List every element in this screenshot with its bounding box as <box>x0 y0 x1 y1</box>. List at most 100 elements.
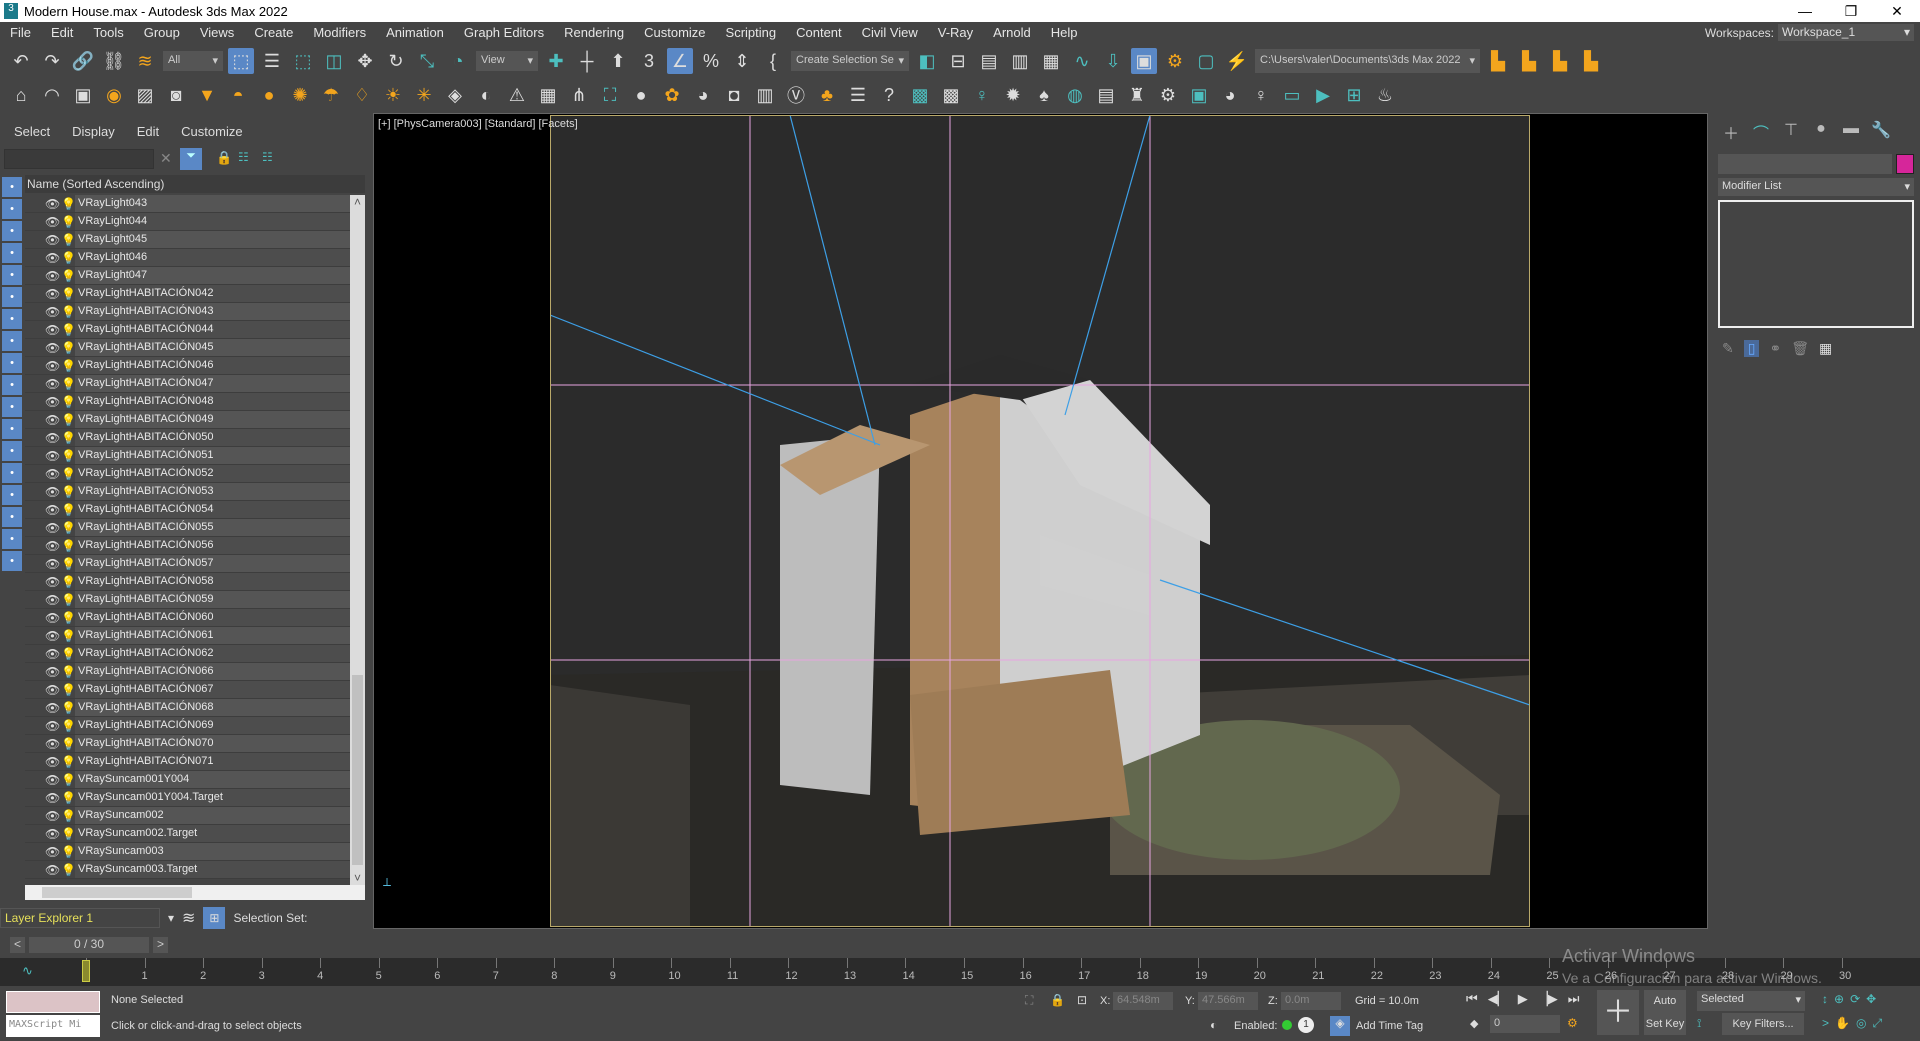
layer-explorer-icon[interactable]: ▥ <box>1007 48 1033 74</box>
project-folder-icon[interactable]: ▙ <box>1485 48 1511 74</box>
vray-logo-icon[interactable]: Ⓥ <box>783 82 809 108</box>
cameras-filter-icon[interactable]: • <box>2 243 22 263</box>
filter-filter-icon[interactable]: • <box>2 529 22 549</box>
select-by-name-icon[interactable]: ☰ <box>259 48 285 74</box>
select-object-icon[interactable]: ⬚ <box>228 48 254 74</box>
visibility-eye-icon[interactable]: 👁 <box>45 827 61 841</box>
list-item[interactable]: 👁 💡 VRayLightHABITACIÓN061 <box>25 627 350 645</box>
unlink-icon[interactable]: ⛓ <box>101 48 127 74</box>
vray-plane-icon[interactable]: ⚠ <box>504 82 530 108</box>
visibility-eye-icon[interactable]: 👁 <box>45 593 61 607</box>
modifier-list-dropdown[interactable]: Modifier List ▾ <box>1718 178 1914 196</box>
visibility-eye-icon[interactable]: 👁 <box>45 287 61 301</box>
visibility-eye-icon[interactable]: 👁 <box>45 305 61 319</box>
menu-create[interactable]: Create <box>244 25 303 40</box>
list-item[interactable]: 👁 💡 VRaySuncam001Y004.Target <box>25 789 350 807</box>
macro-recorder-box[interactable] <box>6 991 100 1013</box>
vray-frame-icon[interactable]: ▣ <box>1186 82 1212 108</box>
list-item[interactable]: 👁 💡 VRaySuncam002.Target <box>25 825 350 843</box>
placement-icon[interactable]: ◔ <box>445 48 471 74</box>
mirror-icon[interactable]: ◧ <box>914 48 940 74</box>
vray-fur-icon[interactable]: ◐ <box>473 82 499 108</box>
list-item[interactable]: 👁 💡 VRayLightHABITACIÓN046 <box>25 357 350 375</box>
pin-stack-icon[interactable]: ✎ <box>1722 340 1734 357</box>
vray-mtl-convert-icon[interactable]: ◕ <box>690 82 716 108</box>
menu-modifiers[interactable]: Modifiers <box>303 25 376 40</box>
visibility-eye-icon[interactable]: 👁 <box>45 647 61 661</box>
x-coordinate-field[interactable]: 64.548m <box>1113 992 1173 1010</box>
visibility-eye-icon[interactable]: 👁 <box>45 197 61 211</box>
chevron-down-icon[interactable]: ▾ <box>168 911 174 925</box>
vfb-play-icon[interactable]: ▶ <box>1310 82 1336 108</box>
hierarchy-tab-icon[interactable]: ⊤ <box>1778 120 1804 142</box>
list-item[interactable]: 👁 💡 VRayLightHABITACIÓN071 <box>25 753 350 771</box>
list-item[interactable]: 👁 💡 VRayLightHABITACIÓN069 <box>25 717 350 735</box>
render-icon[interactable]: ⚡ <box>1224 48 1250 74</box>
next-key-icon[interactable]: ▕▶ <box>1538 991 1558 1007</box>
show-end-result-icon[interactable]: ▯ <box>1743 340 1760 357</box>
menu-tools[interactable]: Tools <box>83 25 133 40</box>
project-path-dropdown[interactable]: C:\Users\valer\Documents\3ds Max 2022 ▾ <box>1255 49 1480 73</box>
minimize-button[interactable]: — <box>1782 0 1828 22</box>
curve-editor-icon[interactable]: ∿ <box>1069 48 1095 74</box>
visibility-eye-icon[interactable]: 👁 <box>45 395 61 409</box>
named-selection-dropdown[interactable]: Create Selection Se ▾ <box>791 51 909 71</box>
goto-start-icon[interactable]: ⏮ <box>1466 991 1478 1007</box>
list-item[interactable]: 👁 💡 VRayLightHABITACIÓN043 <box>25 303 350 321</box>
visibility-eye-icon[interactable]: 👁 <box>45 683 61 697</box>
list-item[interactable]: 👁 💡 VRayLight043 <box>25 195 350 213</box>
menu-group[interactable]: Group <box>134 25 190 40</box>
list-item[interactable]: 👁 💡 VRayLight044 <box>25 213 350 231</box>
list-item[interactable]: 👁 💡 VRayLightHABITACIÓN054 <box>25 501 350 519</box>
object-name-field[interactable] <box>1718 154 1892 174</box>
viewport-label[interactable]: [+] [PhysCamera003] [Standard] [Facets] <box>378 118 578 130</box>
list-item[interactable]: 👁 💡 VRayLightHABITACIÓN042 <box>25 285 350 303</box>
frozen-filter-icon[interactable]: • <box>2 397 22 417</box>
z-coordinate-field[interactable]: 0.0m <box>1281 992 1341 1010</box>
next-frame-button[interactable]: > <box>153 937 169 953</box>
rect-selection-icon[interactable]: ⬚ <box>290 48 316 74</box>
list-item[interactable]: 👁 💡 VRayLightHABITACIÓN047 <box>25 375 350 393</box>
menu-civil-view[interactable]: Civil View <box>852 25 928 40</box>
scale-icon[interactable]: ⤡ <box>414 48 440 74</box>
menu-help[interactable]: Help <box>1041 25 1088 40</box>
adaptive-degradation-icon[interactable]: ◐ <box>1210 1018 1217 1032</box>
list-item[interactable]: 👁 💡 VRayLightHABITACIÓN052 <box>25 465 350 483</box>
spinner-snap-icon[interactable]: ⇕ <box>729 48 755 74</box>
visibility-eye-icon[interactable]: 👁 <box>45 557 61 571</box>
configure-modifier-sets-icon[interactable]: ▦ <box>1819 340 1832 357</box>
camera-list-icon[interactable]: ▨ <box>132 82 158 108</box>
visibility-eye-icon[interactable]: 👁 <box>45 341 61 355</box>
ribbon-icon[interactable]: ▦ <box>1038 48 1064 74</box>
remove-modifier-icon[interactable]: 🗑 <box>1791 340 1809 357</box>
sphere-light-icon[interactable]: ● <box>256 82 282 108</box>
dope-sheet-icon[interactable]: ⇩ <box>1100 48 1126 74</box>
bind-spacewarp-icon[interactable]: ≋ <box>132 48 158 74</box>
list-item[interactable]: 👁 💡 VRayLightHABITACIÓN062 <box>25 645 350 663</box>
teapot-icon[interactable]: ⌂ <box>8 82 34 108</box>
list-item[interactable]: 👁 💡 VRayLightHABITACIÓN059 <box>25 591 350 609</box>
lock-icon[interactable]: 🔒 <box>216 150 232 166</box>
selection-lock-icon[interactable]: 🔒 <box>1050 993 1065 1007</box>
lights-filter-icon[interactable]: • <box>2 221 22 241</box>
list-item[interactable]: 👁 💡 VRayLightHABITACIÓN068 <box>25 699 350 717</box>
helpers-filter-icon[interactable]: • <box>2 265 22 285</box>
explorer-selector[interactable]: Layer Explorer 1 <box>0 908 160 928</box>
list-item[interactable]: 👁 💡 VRayLightHABITACIÓN070 <box>25 735 350 753</box>
menu-edit[interactable]: Edit <box>41 25 83 40</box>
visibility-eye-icon[interactable]: 👁 <box>45 791 61 805</box>
explorer-menu-display[interactable]: Display <box>72 124 115 139</box>
spot-light-icon[interactable]: ▼ <box>194 82 220 108</box>
visibility-eye-icon[interactable]: 👁 <box>45 359 61 373</box>
groups-filter-icon[interactable]: • <box>2 309 22 329</box>
geometry-filter-icon[interactable]: • <box>2 177 22 197</box>
make-unique-icon[interactable]: ⚭ <box>1769 340 1781 357</box>
display-tab-icon[interactable]: ▬ <box>1838 120 1864 142</box>
orbit-icon[interactable]: ✥ <box>1866 992 1876 1006</box>
menu-customize[interactable]: Customize <box>634 25 715 40</box>
visibility-eye-icon[interactable]: 👁 <box>45 539 61 553</box>
vray-color-icon[interactable]: ◕ <box>1217 82 1243 108</box>
visibility-eye-icon[interactable]: 👁 <box>45 413 61 427</box>
vray-sphere-icon[interactable]: ● <box>628 82 654 108</box>
scene-explorer-icon[interactable]: ▤ <box>976 48 1002 74</box>
